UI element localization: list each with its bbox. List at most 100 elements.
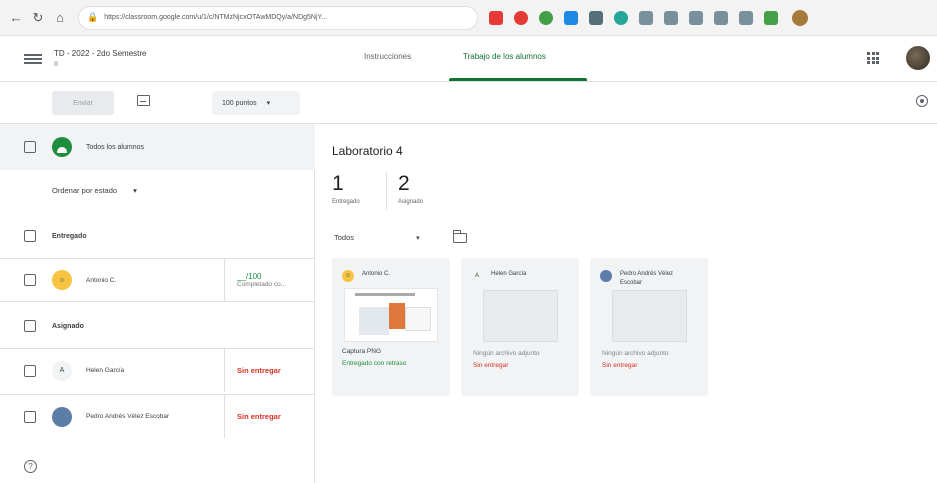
submission-status: Entregado con retraso xyxy=(342,360,407,367)
student-avatar xyxy=(600,270,612,282)
student-list-panel: Todos los alumnos Ordenar por estado ▾ E… xyxy=(0,124,315,483)
status-missing: Sin entregar xyxy=(237,412,281,421)
student-row[interactable]: ☺ Antonio C. __/100 Completado co... xyxy=(0,258,315,302)
student-row[interactable]: A Helen García Sin entregar xyxy=(0,348,315,392)
stat-divider xyxy=(386,172,387,210)
main-menu-icon[interactable] xyxy=(24,53,42,64)
extension-icon[interactable] xyxy=(764,10,778,25)
home-icon[interactable]: ⌂ xyxy=(50,8,70,28)
grading-toolbar: Enviar 100 puntos ▾ xyxy=(0,82,937,124)
section-title: Asignado xyxy=(52,322,84,330)
section-checkbox[interactable] xyxy=(24,320,36,332)
stat-value: 2 xyxy=(398,172,410,195)
lock-icon: 🔒 xyxy=(87,12,99,22)
extension-icon[interactable] xyxy=(539,10,553,25)
course-section: II xyxy=(54,60,58,68)
stat-value: 1 xyxy=(332,172,344,195)
back-icon[interactable]: ← xyxy=(6,8,26,28)
student-avatar: A xyxy=(52,360,72,381)
assignment-title: Laboratorio 4 xyxy=(332,144,403,158)
student-avatar xyxy=(52,406,72,427)
dropdown-caret-icon: ▾ xyxy=(416,235,420,242)
dropdown-caret-icon: ▾ xyxy=(133,186,137,195)
card-student-name: Antonio C. xyxy=(362,271,391,277)
dropdown-caret-icon: ▾ xyxy=(266,100,271,107)
stat-assigned: 2 Asignado xyxy=(398,172,423,205)
student-name: Pedro Andrés Vélez Escobar xyxy=(86,413,170,420)
reload-icon[interactable]: ↻ xyxy=(28,8,48,28)
stat-turned-in: 1 Entregado xyxy=(332,172,360,205)
user-avatar[interactable] xyxy=(906,46,930,70)
all-students-row[interactable]: Todos los alumnos xyxy=(0,124,315,170)
filter-dropdown[interactable]: Todos ▾ xyxy=(334,233,420,242)
attachment-name: Ningún archivo adjunto xyxy=(473,350,540,357)
course-title-block[interactable]: TD - 2022 - 2do Semestre II xyxy=(54,48,146,70)
group-icon xyxy=(52,137,72,157)
card-student-name: Pedro Andrés Vélez Escobar xyxy=(620,271,674,286)
sort-label: Ordenar por estado xyxy=(52,186,118,195)
send-button[interactable]: Enviar xyxy=(52,91,114,115)
grade-sub: Completado co... xyxy=(237,281,287,288)
email-icon[interactable] xyxy=(137,95,150,106)
submission-card[interactable]: A Helen García Ningún archivo adjunto Si… xyxy=(461,258,579,396)
extension-icon[interactable] xyxy=(639,10,653,25)
extension-icon[interactable] xyxy=(689,10,703,25)
empty-thumbnail xyxy=(612,290,687,342)
section-header-entregado: Entregado xyxy=(0,216,315,256)
classroom-header: TD - 2022 - 2do Semestre II Instruccione… xyxy=(0,36,937,82)
address-bar[interactable]: 🔒 https://classroom.google.com/u/1/c/NTM… xyxy=(78,5,478,30)
card-student-name: Helen García xyxy=(491,271,527,277)
student-checkbox[interactable] xyxy=(24,274,36,286)
browser-profile-avatar[interactable] xyxy=(792,9,808,26)
submission-card[interactable]: Pedro Andrés Vélez Escobar Ningún archiv… xyxy=(590,258,708,396)
grade-cell[interactable]: __/100 Completado co... xyxy=(224,259,286,301)
url-text: https://classroom.google.com/u/1/c/NTMzN… xyxy=(104,14,328,21)
points-select[interactable]: 100 puntos ▾ xyxy=(212,91,300,115)
status-cell[interactable]: Sin entregar xyxy=(224,349,281,392)
stat-label: Entregado xyxy=(332,199,360,205)
help-icon[interactable]: ? xyxy=(24,460,37,473)
submission-status: Sin entregar xyxy=(602,362,638,369)
all-students-label: Todos los alumnos xyxy=(86,143,144,151)
points-label: 100 puntos xyxy=(222,99,257,107)
attachment-name: Ningún archivo adjunto xyxy=(602,350,669,357)
student-name: Antonio C. xyxy=(86,276,117,284)
student-checkbox[interactable] xyxy=(24,364,36,377)
select-all-checkbox[interactable] xyxy=(24,141,36,153)
attachment-thumbnail[interactable] xyxy=(344,288,438,342)
student-row[interactable]: Pedro Andrés Vélez Escobar Sin entregar xyxy=(0,394,315,438)
status-cell[interactable]: Sin entregar xyxy=(224,395,281,438)
section-header-asignado: Asignado xyxy=(0,306,315,346)
student-checkbox[interactable] xyxy=(24,410,36,423)
apps-grid-icon[interactable] xyxy=(867,52,879,64)
extension-icon[interactable] xyxy=(664,10,678,25)
sort-dropdown[interactable]: Ordenar por estado ▾ xyxy=(52,186,137,195)
stat-label: Asignado xyxy=(398,199,424,205)
browser-toolbar: ← ↻ ⌂ 🔒 https://classroom.google.com/u/1… xyxy=(0,0,937,36)
student-avatar: ☺ xyxy=(52,270,72,290)
student-name: Helen García xyxy=(86,367,125,374)
student-avatar: A xyxy=(471,270,483,282)
folder-icon[interactable] xyxy=(452,230,467,243)
tab-student-work[interactable]: Trabajo de los alumnos xyxy=(463,52,546,61)
settings-gear-icon[interactable] xyxy=(916,95,928,107)
status-missing: Sin entregar xyxy=(237,366,281,375)
submission-status: Sin entregar xyxy=(473,362,509,369)
extension-icon[interactable] xyxy=(589,10,603,25)
tab-instructions[interactable]: Instrucciones xyxy=(364,52,411,61)
extension-icon[interactable] xyxy=(564,10,578,25)
extension-icon[interactable] xyxy=(714,10,728,25)
course-title: TD - 2022 - 2do Semestre xyxy=(54,48,147,58)
grade-value: __/100 xyxy=(237,272,262,281)
extension-icon[interactable] xyxy=(489,10,503,25)
attachment-name: Captura PNG xyxy=(342,348,382,355)
empty-thumbnail xyxy=(483,290,558,342)
section-checkbox[interactable] xyxy=(24,230,36,242)
active-tab-indicator xyxy=(449,78,587,81)
extension-icon[interactable] xyxy=(514,10,528,25)
extension-icon[interactable] xyxy=(739,10,753,25)
section-title: Entregado xyxy=(52,232,87,240)
filter-label: Todos xyxy=(334,233,355,242)
submission-card[interactable]: ☺ Antonio C. Captura PNG Entregado con r… xyxy=(332,258,450,396)
extension-icon[interactable] xyxy=(614,10,628,25)
